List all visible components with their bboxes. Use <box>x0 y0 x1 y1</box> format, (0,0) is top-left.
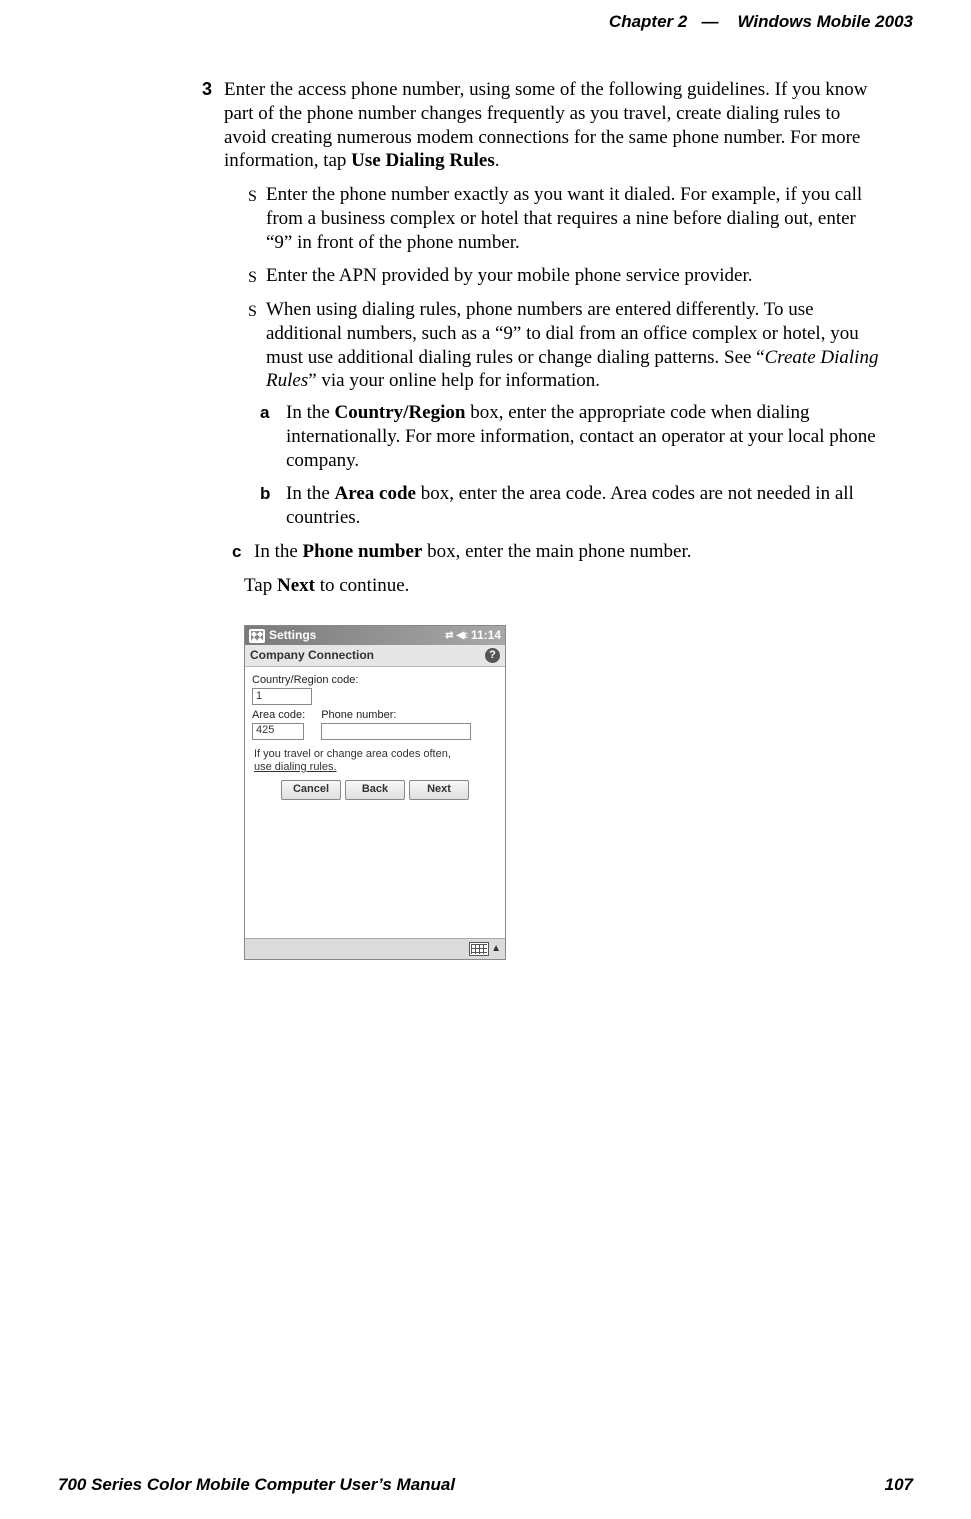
use-dialing-rules-link[interactable]: use dialing rules. <box>254 761 337 773</box>
sub-a-label: a <box>260 402 269 423</box>
help-icon[interactable]: ? <box>485 648 500 663</box>
sub-c-label: c <box>232 541 241 562</box>
area-label: Area code: <box>252 709 305 723</box>
header-dash <box>692 12 701 31</box>
use-dialing-rules: Use Dialing Rules <box>351 150 495 171</box>
sub-b-1: In the <box>286 483 335 504</box>
header-title: Windows Mobile 2003 <box>737 12 913 31</box>
phone-number-bold: Phone number <box>303 541 423 562</box>
next-button[interactable]: Next <box>409 780 469 800</box>
tap-1: Tap <box>244 575 277 596</box>
pda-clock: 11:14 <box>471 628 501 643</box>
bullet-icon: S <box>248 187 257 207</box>
pda-bottombar: ▲ <box>245 938 505 959</box>
next-bold: Next <box>277 575 315 596</box>
back-button[interactable]: Back <box>345 780 405 800</box>
connectivity-icon[interactable]: ⇄ <box>445 630 452 643</box>
step-number: 3 <box>202 78 212 101</box>
cancel-button[interactable]: Cancel <box>281 780 341 800</box>
pda-blank-area <box>245 808 505 938</box>
sub-c-3: box, enter the main phone number. <box>422 541 691 562</box>
sub-a-1: In the <box>286 402 335 423</box>
area-code-bold: Area code <box>335 483 416 504</box>
country-region-bold: Country/Region <box>335 402 466 423</box>
page-number: 107 <box>885 1475 913 1495</box>
hint-line1: If you travel or change area codes often… <box>254 748 451 760</box>
country-input[interactable]: 1 <box>252 688 312 705</box>
pda-subheader: Company Connection ? <box>245 645 505 667</box>
pda-titlebar: Settings ⇄ ◀ε 11:14 <box>245 626 505 645</box>
running-header: Chapter 2 — Windows Mobile 2003 <box>609 12 913 32</box>
running-footer: 700 Series Color Mobile Computer User’s … <box>58 1475 913 1495</box>
country-label: Country/Region code: <box>252 674 498 688</box>
step-intro-a: Enter the access phone number, using som… <box>224 79 868 171</box>
bullet-2-text: Enter the APN provided by your mobile ph… <box>266 265 753 286</box>
sub-b-label: b <box>260 483 270 504</box>
area-input[interactable]: 425 <box>252 723 304 740</box>
header-chapter: Chapter <box>609 12 673 31</box>
bullet-icon: S <box>248 268 257 288</box>
pda-title: Settings <box>269 628 316 643</box>
bullet-3-c: ” via your online help for information. <box>308 370 600 391</box>
bullet-icon: S <box>248 302 257 322</box>
phone-input[interactable] <box>321 723 471 740</box>
sub-c-1: In the <box>254 541 303 562</box>
start-icon[interactable] <box>249 629 265 643</box>
sip-arrow-icon[interactable]: ▲ <box>491 943 501 956</box>
footer-title: 700 Series Color Mobile Computer User’s … <box>58 1475 455 1495</box>
tap-3: to continue. <box>315 575 409 596</box>
device-screenshot: Settings ⇄ ◀ε 11:14 Company Connection ?… <box>244 625 506 960</box>
bullet-1-text: Enter the phone number exactly as you wa… <box>266 184 862 253</box>
phone-label: Phone number: <box>321 709 498 723</box>
keyboard-icon[interactable] <box>469 942 489 956</box>
volume-icon[interactable]: ◀ε <box>457 630 467 643</box>
step-intro-c: . <box>495 150 500 171</box>
pda-page-title: Company Connection <box>250 648 374 663</box>
